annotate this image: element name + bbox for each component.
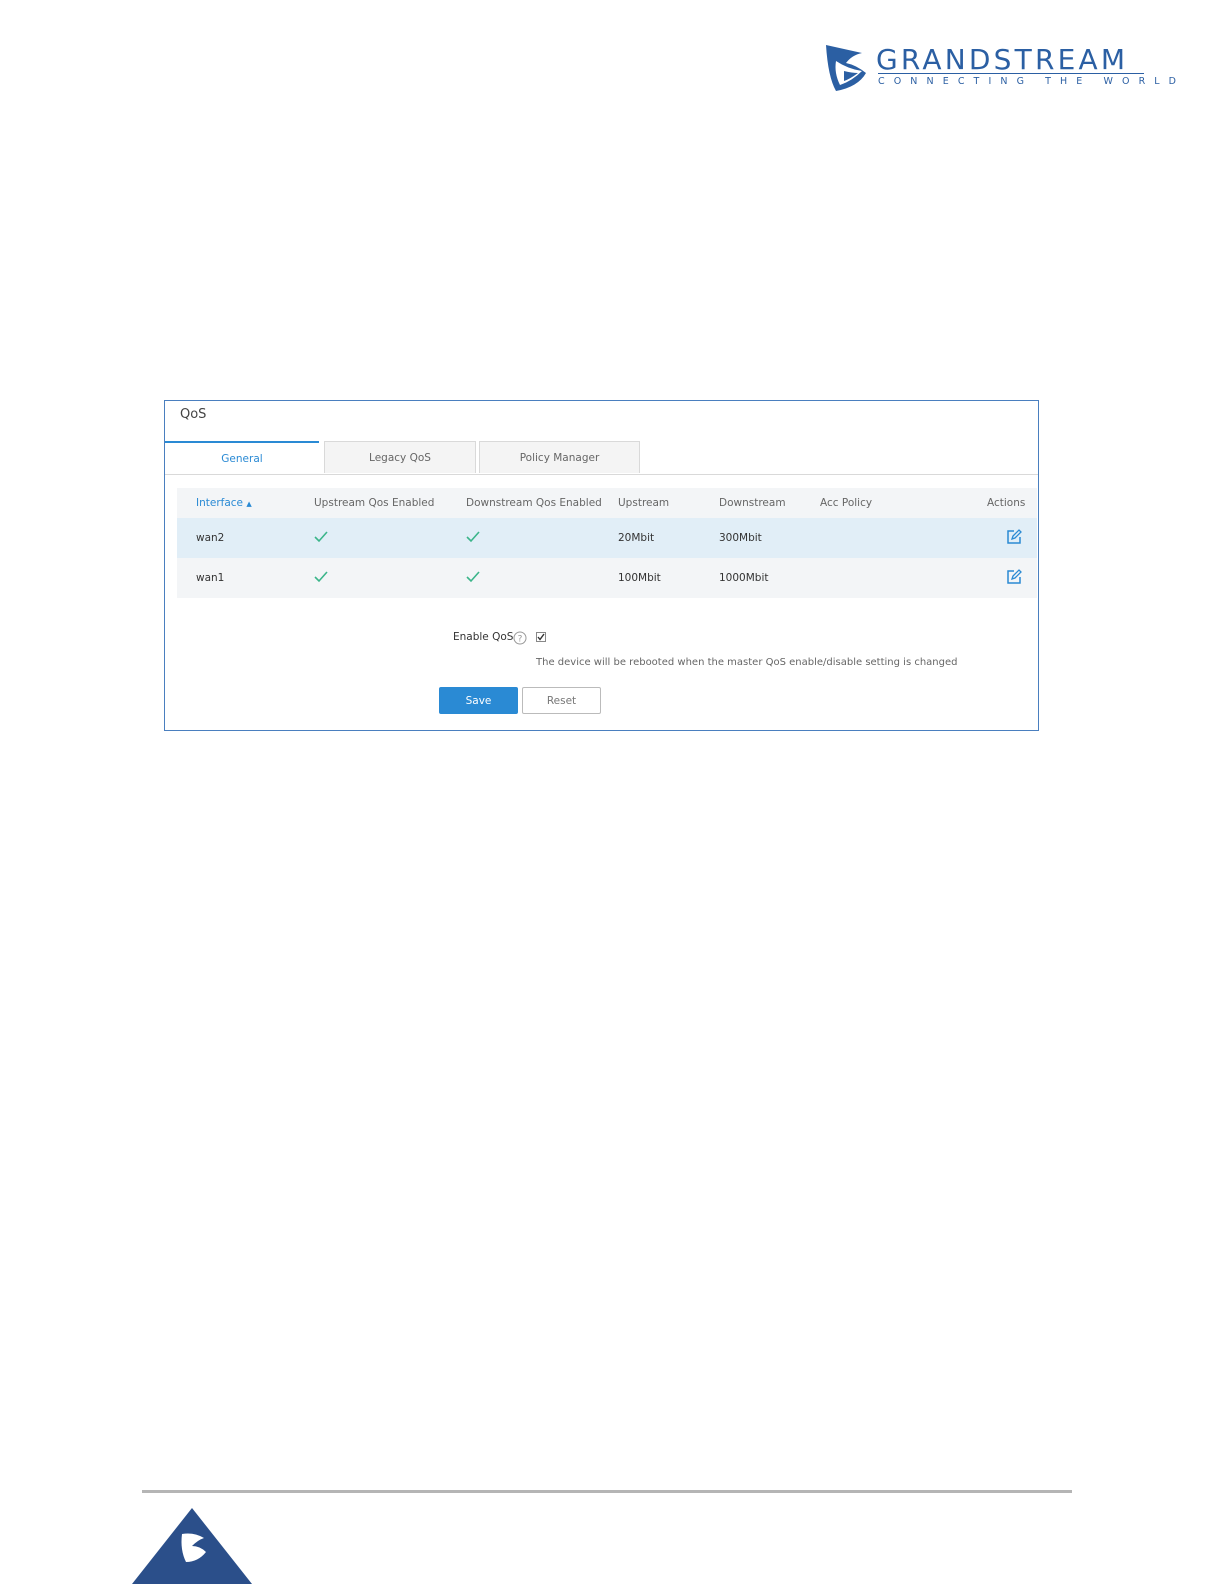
footer-logo-triangle [132,1508,252,1584]
header-interface-label: Interface [196,497,244,509]
tab-policy-manager[interactable]: Policy Manager [479,441,640,473]
cell-upstream: 100Mbit [618,572,661,584]
cell-downstream: 1000Mbit [719,572,769,584]
tab-legacy-qos[interactable]: Legacy QoS [324,441,476,473]
tab-bar: General Legacy QoS Policy Manager [165,441,1038,475]
sort-ascending-icon: ▲ [246,500,252,508]
save-button[interactable]: Save [439,687,518,714]
panel-title: QoS [180,407,207,422]
svg-text:?: ? [518,635,523,645]
help-icon[interactable]: ? [513,631,527,645]
edit-icon[interactable] [1006,529,1022,545]
qos-panel: QoS General Legacy QoS Policy Manager In… [164,400,1039,731]
logo-rule [878,73,1144,74]
table-header: Interface ▲ Upstream Qos Enabled Downstr… [177,488,1037,518]
interface-table: Interface ▲ Upstream Qos Enabled Downstr… [177,488,1037,598]
header-interface[interactable]: Interface ▲ [196,488,252,519]
check-icon [466,571,480,583]
cell-downstream: 300Mbit [719,532,762,544]
footer-rule [142,1490,1072,1493]
header-upstream: Upstream [618,497,670,509]
tab-general[interactable]: General [165,441,319,474]
brand-tagline: CONNECTING THE WORLD [878,76,1186,87]
reboot-note: The device will be rebooted when the mas… [536,657,958,668]
enable-qos-checkbox[interactable] [536,632,546,642]
check-icon [314,531,328,543]
grandstream-logo-mark-icon [826,45,866,91]
header-actions: Actions [987,497,1026,509]
checkmark-icon [537,633,545,641]
reset-button[interactable]: Reset [522,687,601,714]
header-upstream-qos-enabled: Upstream Qos Enabled [314,497,435,509]
header-acc-policy: Acc Policy [820,497,873,509]
check-icon [314,571,328,583]
grandstream-logo: GRANDSTREAM CONNECTING THE WORLD [822,43,1176,93]
header-downstream: Downstream [719,497,786,509]
edit-icon[interactable] [1006,569,1022,585]
table-row: wan1 100Mbit 1000Mbit [177,558,1037,598]
table-row: wan2 20Mbit 300Mbit [177,518,1037,558]
brand-name: GRANDSTREAM [876,43,1129,76]
cell-upstream: 20Mbit [618,532,655,544]
cell-interface: wan1 [196,572,225,584]
check-icon [466,531,480,543]
cell-interface: wan2 [196,532,225,544]
header-downstream-qos-enabled: Downstream Qos Enabled [466,497,602,509]
enable-qos-label: Enable QoS [453,631,514,643]
